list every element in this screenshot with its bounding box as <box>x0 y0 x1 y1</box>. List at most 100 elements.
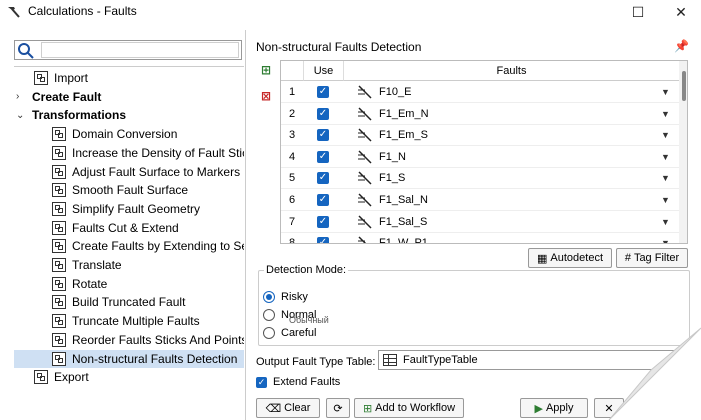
tag-filter-button[interactable]: # Tag Filter <box>616 248 688 268</box>
table-row[interactable]: 7 ✓ F1_Sal_S ▼ <box>281 211 679 233</box>
apply-button[interactable]: ▶ Apply <box>520 398 588 418</box>
radio-careful-dot[interactable] <box>263 327 275 339</box>
clear-button[interactable]: ⌫ Clear <box>256 398 320 418</box>
chevron-down-icon[interactable]: ▼ <box>661 146 670 168</box>
chevron-down-icon[interactable]: ▼ <box>661 167 670 189</box>
output-table-label: Output Fault Type Table: <box>256 356 376 368</box>
use-checkbox[interactable]: ✓ <box>317 86 329 98</box>
tree-item[interactable]: Domain Conversion <box>14 125 244 143</box>
table-row[interactable]: 2 ✓ F1_Em_N ▼ <box>281 103 679 125</box>
tree-item[interactable]: ⌄ Transformations <box>14 106 244 124</box>
table-scrollbar[interactable] <box>679 61 687 243</box>
use-checkbox[interactable]: ✓ <box>317 215 329 228</box>
chevron-down-icon[interactable]: ▼ <box>661 189 670 211</box>
tree-item[interactable]: Import <box>14 69 244 87</box>
row-number: 8 <box>288 237 296 244</box>
use-checkbox[interactable]: ✓ <box>317 237 329 243</box>
tree-item[interactable]: Faults Cut & Extend <box>14 219 244 237</box>
use-checkbox[interactable]: ✓ <box>317 194 329 206</box>
radio-normal-dot[interactable] <box>263 309 275 321</box>
checkmark-icon[interactable]: ✓ <box>256 376 267 388</box>
radio-risky[interactable]: Risky <box>263 291 308 303</box>
use-header[interactable]: Use <box>303 61 343 81</box>
cancel-button[interactable]: ✕ <box>594 398 624 418</box>
chevron-down-icon[interactable]: ▼ <box>661 81 670 103</box>
refresh-icon: ⟳ <box>333 402 343 415</box>
tree-item-label: Reorder Faults Sticks And Points <box>72 332 244 347</box>
use-checkbox[interactable]: ✓ <box>317 150 329 163</box>
right-panel: Non-structural Faults Detection 📌 ⊞ ⊠ Us… <box>250 30 701 420</box>
scroll-thumb[interactable] <box>682 71 686 101</box>
fault-name: F1_Em_N <box>379 107 429 120</box>
table-row[interactable]: 8 ✓ F1_W_P1 ▼ <box>281 232 679 244</box>
process-node-icon <box>52 351 66 366</box>
process-node-icon <box>52 239 66 254</box>
table-row[interactable]: 4 ✓ F1_N ▼ <box>281 146 679 168</box>
chevron-right-icon[interactable]: › <box>16 91 28 102</box>
tree-item[interactable]: Non-structural Faults Detection <box>14 349 244 368</box>
row-number: 3 <box>288 129 296 142</box>
tree-item-label: Non-structural Faults Detection <box>72 351 238 366</box>
close-window-button[interactable]: ✕ <box>658 0 701 24</box>
table-icon <box>383 354 397 366</box>
close-icon: ✕ <box>604 402 614 415</box>
refresh-button[interactable]: ⟳ <box>326 398 350 418</box>
remove-rows-icon[interactable]: ⊠ <box>258 88 274 104</box>
output-table-field[interactable]: FaultTypeTable <box>378 350 688 370</box>
radio-careful[interactable]: Careful <box>263 327 316 339</box>
maximize-button[interactable]: ☐ <box>615 0 661 24</box>
tree-item[interactable]: Create Faults by Extending to Segm <box>14 237 244 255</box>
table-row[interactable]: 5 ✓ F1_S ▼ <box>281 167 679 190</box>
tree-item[interactable]: Reorder Faults Sticks And Points <box>14 331 244 349</box>
row-number: 7 <box>288 215 296 228</box>
tree-item-label: Translate <box>72 258 122 272</box>
chevron-down-icon[interactable]: ▼ <box>661 232 670 243</box>
eraser-icon: ⌫ <box>265 402 282 415</box>
process-node-icon <box>34 370 48 385</box>
tree-item[interactable]: › Create Fault <box>14 88 244 106</box>
autodetect-button[interactable]: ▦ Autodetect <box>528 248 612 268</box>
add-to-workflow-button[interactable]: ⊞ Add to Workflow <box>354 398 464 418</box>
use-checkbox[interactable]: ✓ <box>317 107 329 120</box>
fault-name: F1_W_P1 <box>379 237 428 244</box>
pin-icon[interactable]: 📌 <box>674 39 689 53</box>
tree-item[interactable]: Translate <box>14 256 244 274</box>
table-row[interactable]: 6 ✓ F1_Sal_N ▼ <box>281 189 679 211</box>
tree-item-label: Import <box>54 71 89 85</box>
fault-icon <box>358 107 372 121</box>
add-rows-icon[interactable]: ⊞ <box>258 62 274 78</box>
chevron-down-icon[interactable]: ▼ <box>661 211 670 233</box>
use-checkbox[interactable]: ✓ <box>317 172 329 185</box>
table-row[interactable]: 1 ✓ F10_E ▼ <box>281 81 679 103</box>
chevron-down-icon[interactable]: ⌄ <box>16 110 28 121</box>
tree-item[interactable]: Rotate <box>14 275 244 293</box>
tree-item[interactable]: Adjust Fault Surface to Markers <box>14 163 244 181</box>
autodetect-label: Autodetect <box>550 252 603 264</box>
use-checkbox[interactable]: ✓ <box>317 129 329 142</box>
chevron-down-icon[interactable]: ▼ <box>661 124 670 146</box>
process-node-icon <box>52 145 66 160</box>
process-tree: Import › Create Fault ⌄ Transformations Domai… <box>14 66 244 418</box>
radio-risky-label: Risky <box>281 291 308 303</box>
chevron-down-icon[interactable]: ▼ <box>661 103 670 125</box>
search-input[interactable] <box>41 42 239 58</box>
extend-faults-checkbox[interactable]: ✓ Extend Faults <box>256 376 340 388</box>
table-row[interactable]: 3 ✓ F1_Em_S ▼ <box>281 124 679 147</box>
row-number: 6 <box>288 194 296 206</box>
process-node-icon <box>34 71 48 85</box>
radio-risky-dot[interactable] <box>263 291 275 303</box>
tree-item[interactable]: Truncate Multiple Faults <box>14 312 244 330</box>
tree-item[interactable]: Build Truncated Fault <box>14 293 244 311</box>
tree-item-label: Domain Conversion <box>72 127 178 142</box>
fault-icon <box>358 215 372 229</box>
search-icon[interactable] <box>17 42 35 60</box>
tree-item[interactable]: Increase the Density of Fault Sticks <box>14 144 244 162</box>
tree-item[interactable]: Simplify Fault Geometry <box>14 200 244 218</box>
tree-item[interactable]: Export <box>14 368 244 386</box>
tree-item[interactable]: Smooth Fault Surface <box>14 181 244 199</box>
tag-filter-label: Tag Filter <box>633 252 680 264</box>
tree-item-label: Create Fault <box>32 89 102 104</box>
faults-header[interactable]: Faults <box>343 61 679 81</box>
hash-icon: # <box>624 252 631 264</box>
tree-item-label: Transformations <box>32 108 127 123</box>
